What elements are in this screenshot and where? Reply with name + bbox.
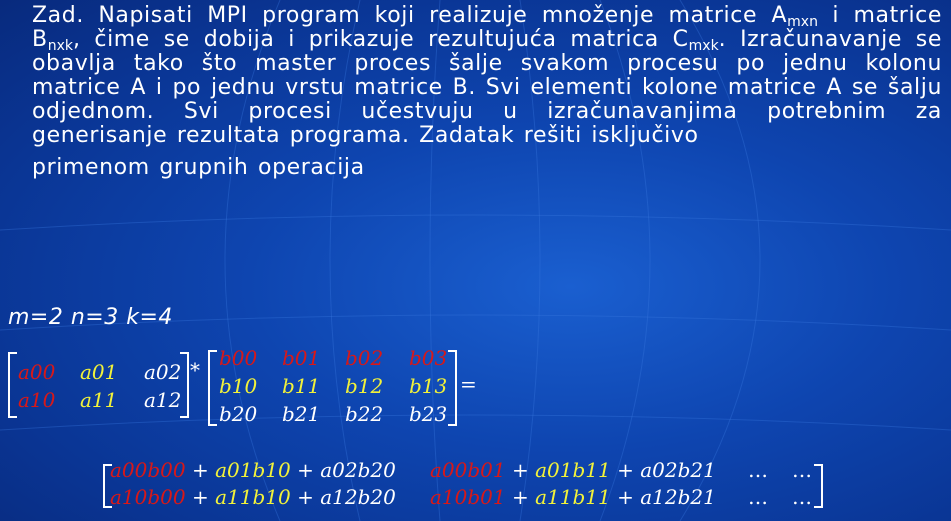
- task-text: Zad. Napisati MPI program koji realizuje…: [32, 4, 942, 180]
- r1c1-term0: a10b01: [430, 485, 506, 509]
- equals-sign: =: [460, 372, 477, 396]
- result-right-bracket: [814, 464, 823, 508]
- r1c0-term0: a10b00: [110, 485, 186, 509]
- matrix-b-left-bracket: [208, 350, 217, 426]
- a11: a11: [80, 388, 118, 412]
- ellipsis-r1c3: …: [792, 485, 812, 509]
- ellipsis-r0c2: …: [748, 458, 768, 482]
- a12: a12: [144, 388, 182, 412]
- r0c0-term2: a02b20: [320, 458, 396, 482]
- b21: b21: [282, 402, 321, 426]
- b22: b22: [345, 402, 384, 426]
- b11: b11: [282, 374, 321, 398]
- r1c1-term1: a11b11: [535, 485, 611, 509]
- a01: a01: [80, 360, 118, 384]
- b02: b02: [345, 346, 384, 370]
- plus: +: [191, 485, 209, 509]
- slide: Zad. Napisati MPI program koji realizuje…: [0, 0, 951, 521]
- a10: a10: [18, 388, 56, 412]
- r0c0-term1: a01b10: [215, 458, 291, 482]
- task-line1: Zad. Napisati MPI program koji realizuje…: [32, 3, 788, 28]
- result-row-0: a00b00 + a01b10 + a02b20: [110, 458, 396, 482]
- a02: a02: [144, 360, 182, 384]
- r0c1-term0: a00b01: [430, 458, 506, 482]
- matrix-b-right-bracket: [448, 350, 457, 426]
- r1c1-term2: a12b21: [640, 485, 716, 509]
- b00: b00: [219, 346, 258, 370]
- r1c0-term2: a12b20: [320, 485, 396, 509]
- params-label: m=2 n=3 k=4: [8, 305, 173, 330]
- plus: +: [511, 458, 529, 482]
- plus: +: [511, 485, 529, 509]
- result-row-1-col-1: a10b01 + a11b11 + a12b21: [430, 485, 716, 509]
- r0c1-term2: a02b21: [640, 458, 716, 482]
- result-row-1: a10b00 + a11b10 + a12b20: [110, 485, 396, 509]
- plus: +: [297, 458, 314, 482]
- b01: b01: [282, 346, 321, 370]
- task-last-line: primenom grupnih operacija: [32, 155, 365, 180]
- matrix-a-right-bracket: [180, 352, 189, 418]
- plus: +: [617, 485, 634, 509]
- b23: b23: [409, 402, 448, 426]
- r0c1-term1: a01b11: [535, 458, 611, 482]
- task-line1c: , čime se dobija i prikazuje rezultujuća…: [72, 27, 689, 52]
- plus: +: [297, 485, 314, 509]
- plus: +: [617, 458, 634, 482]
- b12: b12: [345, 374, 384, 398]
- b03: b03: [409, 346, 448, 370]
- matrix-a-left-bracket: [8, 352, 17, 418]
- b20: b20: [219, 402, 258, 426]
- r0c0-term0: a00b00: [110, 458, 186, 482]
- ellipsis-r1c2: …: [748, 485, 768, 509]
- times-sign: *: [190, 358, 200, 382]
- ellipsis-r0c3: …: [792, 458, 812, 482]
- b13: b13: [409, 374, 448, 398]
- plus: +: [191, 458, 209, 482]
- a00: a00: [18, 360, 56, 384]
- result-row-0-col-1: a00b01 + a01b11 + a02b21: [430, 458, 716, 482]
- b10: b10: [219, 374, 258, 398]
- r1c0-term1: a11b10: [215, 485, 291, 509]
